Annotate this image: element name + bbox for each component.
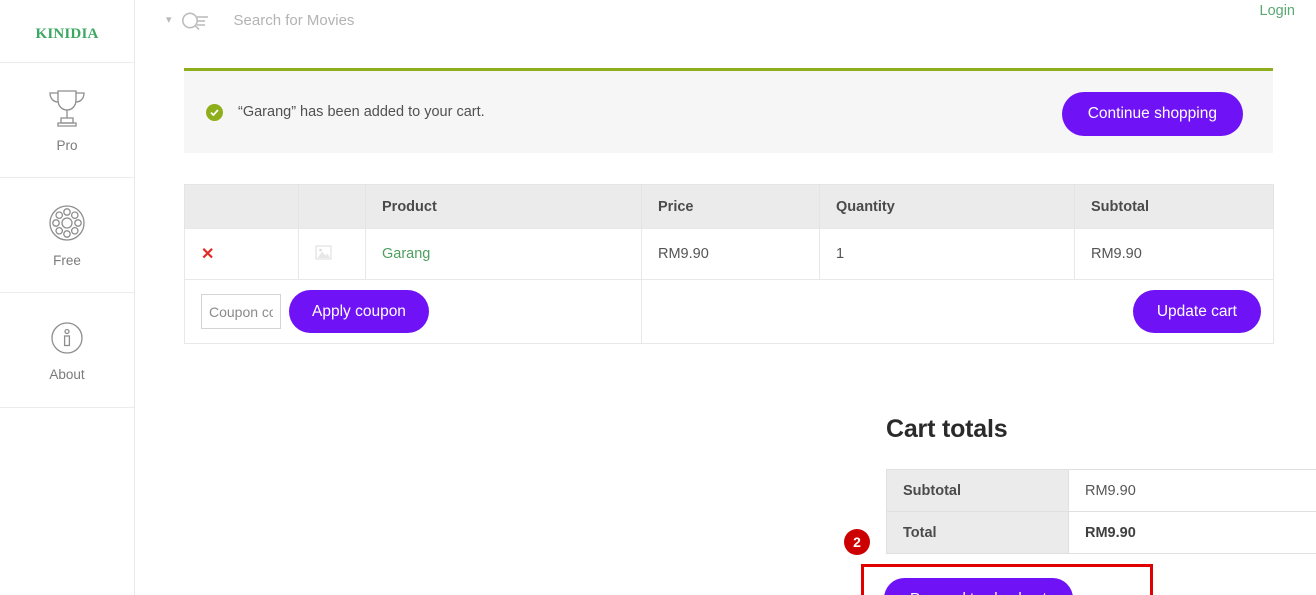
table-row: ✕ Garang RM9.90 1 RM9.90: [184, 228, 1274, 280]
col-header-price: Price: [641, 184, 820, 229]
cart-table-header-row: Product Price Quantity Subtotal: [184, 184, 1274, 229]
trophy-icon: [45, 87, 89, 129]
cart-totals-title: Cart totals: [886, 415, 1008, 443]
totals-label-subtotal: Subtotal: [886, 469, 1069, 512]
continue-shopping-button[interactable]: Continue shopping: [1061, 92, 1243, 136]
cart-actions-row: Apply coupon Update cart: [184, 279, 1274, 344]
cart-table: Product Price Quantity Subtotal ✕ Garang…: [184, 184, 1274, 344]
login-link[interactable]: Login: [1260, 3, 1295, 19]
sidebar-item-pro[interactable]: Pro: [0, 63, 134, 178]
brand-logo-text: KiniDia: [35, 18, 99, 43]
sidebar: KiniDia Pro: [0, 0, 135, 595]
totals-value-subtotal: RM9.90: [1068, 469, 1316, 512]
annotation-step-badge: 2: [844, 529, 870, 555]
search-input[interactable]: [231, 11, 652, 30]
totals-value-total: RM9.90: [1068, 511, 1316, 554]
sidebar-item-about-label: About: [49, 367, 85, 382]
coupon-input[interactable]: [201, 294, 281, 329]
product-name-cell: Garang: [365, 228, 642, 280]
product-link[interactable]: Garang: [382, 246, 430, 262]
totals-row-subtotal: Subtotal RM9.90: [886, 469, 1316, 512]
sidebar-item-free[interactable]: Free: [0, 178, 134, 293]
update-cart-cell: Update cart: [641, 279, 1274, 344]
top-bar: ▾ Login: [135, 0, 1316, 41]
col-header-quantity: Quantity: [819, 184, 1075, 229]
search-icon[interactable]: [180, 10, 210, 32]
brand-logo[interactable]: KiniDia: [0, 0, 134, 63]
sidebar-item-free-label: Free: [53, 253, 81, 268]
remove-item-cell: ✕: [184, 228, 299, 280]
col-header-remove: [184, 184, 299, 229]
product-subtotal-cell: RM9.90: [1074, 228, 1274, 280]
apply-coupon-button[interactable]: Apply coupon: [289, 290, 429, 333]
chevron-down-icon[interactable]: ▾: [166, 15, 172, 26]
info-circle-icon: [47, 318, 87, 358]
cart-page: KiniDia Pro: [0, 0, 1316, 595]
cart-totals-table: Subtotal RM9.90 Total RM9.90: [886, 469, 1316, 554]
update-cart-button[interactable]: Update cart: [1132, 290, 1261, 333]
sidebar-item-about[interactable]: About: [0, 293, 134, 408]
col-header-product: Product: [365, 184, 642, 229]
film-reel-icon: [46, 202, 88, 244]
main-content: “Garang” has been added to your cart. Co…: [135, 41, 1316, 595]
totals-row-total: Total RM9.90: [886, 511, 1316, 554]
product-quantity-cell: 1: [819, 228, 1075, 280]
totals-label-total: Total: [886, 511, 1069, 554]
product-price-cell: RM9.90: [641, 228, 820, 280]
sidebar-item-pro-label: Pro: [56, 138, 78, 153]
coupon-cell: Apply coupon: [184, 279, 642, 344]
col-header-thumbnail: [298, 184, 366, 229]
product-thumbnail-cell: [298, 228, 366, 280]
check-circle-icon: [206, 103, 223, 121]
proceed-to-checkout-button[interactable]: Proceed to checkout: [884, 578, 1073, 595]
remove-x-icon[interactable]: ✕: [201, 246, 214, 263]
cart-notice-banner: “Garang” has been added to your cart. Co…: [184, 68, 1273, 153]
cart-notice-message: “Garang” has been added to your cart.: [238, 104, 485, 120]
image-placeholder-icon: [315, 244, 365, 265]
col-header-subtotal: Subtotal: [1074, 184, 1274, 229]
